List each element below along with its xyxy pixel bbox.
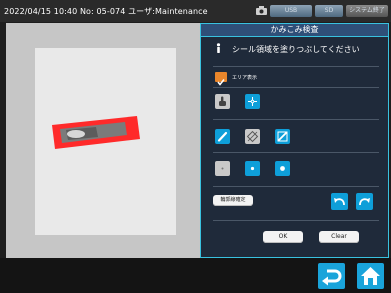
status-number: No: 05-074 bbox=[79, 7, 126, 16]
contour-fix-button[interactable]: 輪郭線確定 bbox=[213, 195, 253, 206]
clear-button[interactable]: Clear bbox=[319, 231, 359, 243]
usb-button[interactable]: USB bbox=[270, 5, 312, 17]
divider bbox=[213, 66, 379, 67]
divider bbox=[213, 119, 379, 120]
fill-bucket-icon bbox=[246, 130, 259, 143]
status-user: ユーザ:Maintenance bbox=[128, 7, 208, 16]
redo-button[interactable] bbox=[356, 193, 373, 210]
area-display-label: エリア表示 bbox=[232, 75, 258, 81]
status-datetime: 2022/04/15 10:40 bbox=[4, 7, 78, 16]
pencil-icon bbox=[217, 131, 228, 142]
dot-small-icon bbox=[221, 167, 224, 170]
dot-medium-icon bbox=[250, 166, 255, 171]
area-display-checkbox[interactable] bbox=[215, 72, 227, 86]
hand-tool-button[interactable] bbox=[215, 94, 230, 109]
check-icon bbox=[217, 79, 225, 86]
status-text: 2022/04/15 10:40 No: 05-074 ユーザ:Maintena… bbox=[4, 6, 208, 17]
divider bbox=[213, 87, 379, 88]
pen-tool-button[interactable] bbox=[215, 129, 230, 144]
eraser-icon bbox=[277, 131, 288, 142]
home-button[interactable] bbox=[357, 263, 384, 289]
brush-size-medium-button[interactable] bbox=[245, 161, 260, 176]
ok-button[interactable]: OK bbox=[263, 231, 303, 243]
back-button[interactable] bbox=[318, 263, 345, 289]
undo-icon bbox=[334, 198, 345, 206]
inspection-panel: かみこみ検査 シール領域を塗りつぶしてください エリア表示 輪郭線確定 OK C… bbox=[200, 23, 389, 258]
divider bbox=[213, 186, 379, 187]
sd-button[interactable]: SD bbox=[315, 5, 343, 17]
camera-image-viewer[interactable] bbox=[6, 23, 200, 258]
redo-icon bbox=[359, 198, 370, 206]
panel-title: かみこみ検査 bbox=[201, 24, 388, 37]
divider bbox=[213, 220, 379, 221]
divider bbox=[213, 152, 379, 153]
brush-size-small-button[interactable] bbox=[215, 161, 230, 176]
fill-tool-button[interactable] bbox=[245, 129, 260, 144]
move-icon bbox=[248, 97, 257, 106]
system-exit-button[interactable]: システム終了 bbox=[346, 5, 388, 17]
home-icon bbox=[361, 267, 380, 285]
brush-size-large-button[interactable] bbox=[275, 161, 290, 176]
info-icon bbox=[216, 43, 221, 53]
undo-button[interactable] bbox=[331, 193, 348, 210]
move-tool-button[interactable] bbox=[245, 94, 260, 109]
top-status-bar: 2022/04/15 10:40 No: 05-074 ユーザ:Maintena… bbox=[0, 0, 391, 22]
dot-large-icon bbox=[280, 166, 285, 171]
return-arrow-icon bbox=[322, 269, 342, 286]
camera-icon[interactable] bbox=[256, 6, 267, 15]
instruction-text: シール領域を塗りつぶしてください bbox=[232, 45, 360, 54]
eraser-tool-button[interactable] bbox=[275, 129, 290, 144]
hand-icon bbox=[219, 96, 226, 106]
seal-area-overlay bbox=[52, 116, 140, 149]
